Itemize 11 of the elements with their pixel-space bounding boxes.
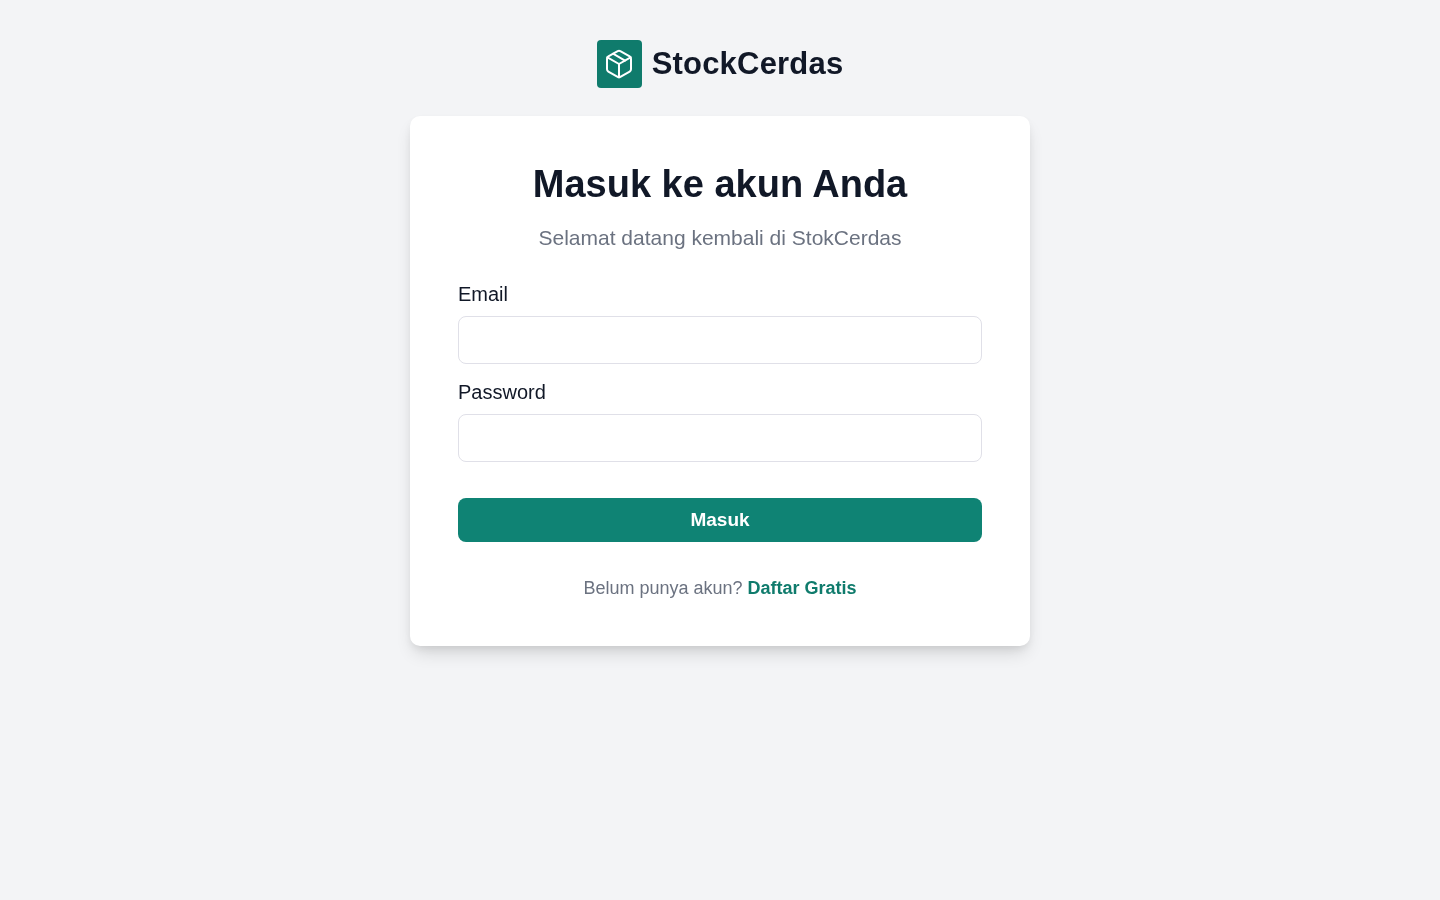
input-field[interactable] <box>458 316 982 364</box>
page-subtitle: Selamat datang kembali di StokCerdas <box>538 226 902 250</box>
login-button[interactable]: Masuk <box>458 498 982 542</box>
signup-link[interactable]: Daftar Gratis <box>747 576 857 600</box>
box-icon <box>596 40 642 88</box>
field-label: Email <box>458 282 508 306</box>
input-field[interactable] <box>458 414 982 462</box>
signup-prompt: Belum punya akun? <box>583 577 743 600</box>
page-title: Masuk ke akun Anda <box>532 162 908 207</box>
field-label: Password <box>458 380 546 404</box>
brand-name: StockCerdas <box>651 46 844 82</box>
